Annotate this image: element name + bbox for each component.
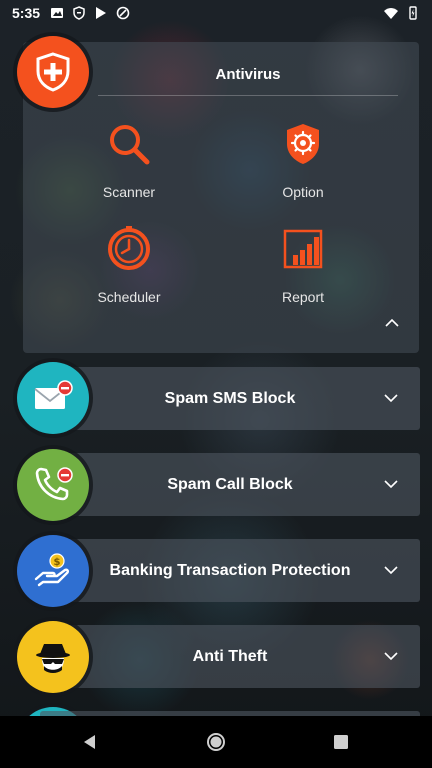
banking-label: Banking Transaction Protection: [109, 561, 351, 579]
anti-theft-label: Anti Theft: [192, 647, 268, 665]
report-icon: [283, 229, 323, 269]
option-label: Option: [282, 184, 324, 200]
spam-call-badge[interactable]: [17, 449, 89, 521]
home-icon[interactable]: [206, 732, 226, 752]
status-bar: 5:35: [0, 0, 432, 26]
chevron-down-icon[interactable]: [382, 475, 400, 493]
phone-block-icon: [35, 467, 73, 501]
settings-icon: [287, 124, 319, 164]
spy-icon: [36, 644, 70, 673]
banking-badge[interactable]: $: [17, 535, 89, 607]
clock-icon: [108, 226, 150, 270]
report-tile[interactable]: Report: [233, 225, 373, 305]
wifi-icon: [384, 8, 398, 19]
antivirus-divider: [98, 95, 398, 96]
play-store-icon: [96, 7, 107, 19]
spam-sms-row[interactable]: Spam SMS Block: [40, 367, 420, 430]
data-saver-icon: [116, 6, 130, 20]
navigation-bar: [0, 716, 432, 768]
antivirus-badge[interactable]: [17, 36, 89, 108]
scanner-label: Scanner: [102, 184, 156, 200]
image-notification-icon: [51, 8, 64, 18]
chevron-up-icon[interactable]: [382, 313, 402, 333]
spam-sms-badge[interactable]: [17, 362, 89, 434]
mail-block-icon: [34, 380, 73, 409]
scheduler-tile[interactable]: Scheduler: [59, 225, 199, 305]
back-icon[interactable]: [80, 732, 100, 752]
chevron-down-icon[interactable]: [382, 389, 400, 407]
report-label: Report: [281, 289, 325, 305]
option-tile[interactable]: Option: [233, 120, 373, 200]
scheduler-label: Scheduler: [97, 289, 161, 305]
recents-icon[interactable]: [331, 732, 351, 752]
spam-sms-label: Spam SMS Block: [164, 389, 296, 407]
banking-row[interactable]: Banking Transaction Protection: [40, 539, 420, 602]
chevron-down-icon[interactable]: [382, 561, 400, 579]
hand-coin-icon: $: [34, 553, 70, 587]
scanner-tile[interactable]: Scanner: [59, 120, 199, 200]
anti-theft-badge[interactable]: [17, 621, 89, 693]
spam-call-label: Spam Call Block: [167, 475, 293, 493]
status-time: 5:35: [12, 5, 41, 21]
shield-plus-icon: [36, 52, 70, 92]
svg-text:$: $: [54, 557, 61, 568]
battery-charging-icon: [409, 6, 417, 20]
search-icon: [110, 125, 150, 165]
antivirus-title: Antivirus: [215, 66, 281, 83]
shield-notification-icon: [73, 6, 85, 20]
chevron-down-icon[interactable]: [382, 647, 400, 665]
anti-theft-row[interactable]: Anti Theft: [40, 625, 420, 688]
spam-call-row[interactable]: Spam Call Block: [40, 453, 420, 516]
